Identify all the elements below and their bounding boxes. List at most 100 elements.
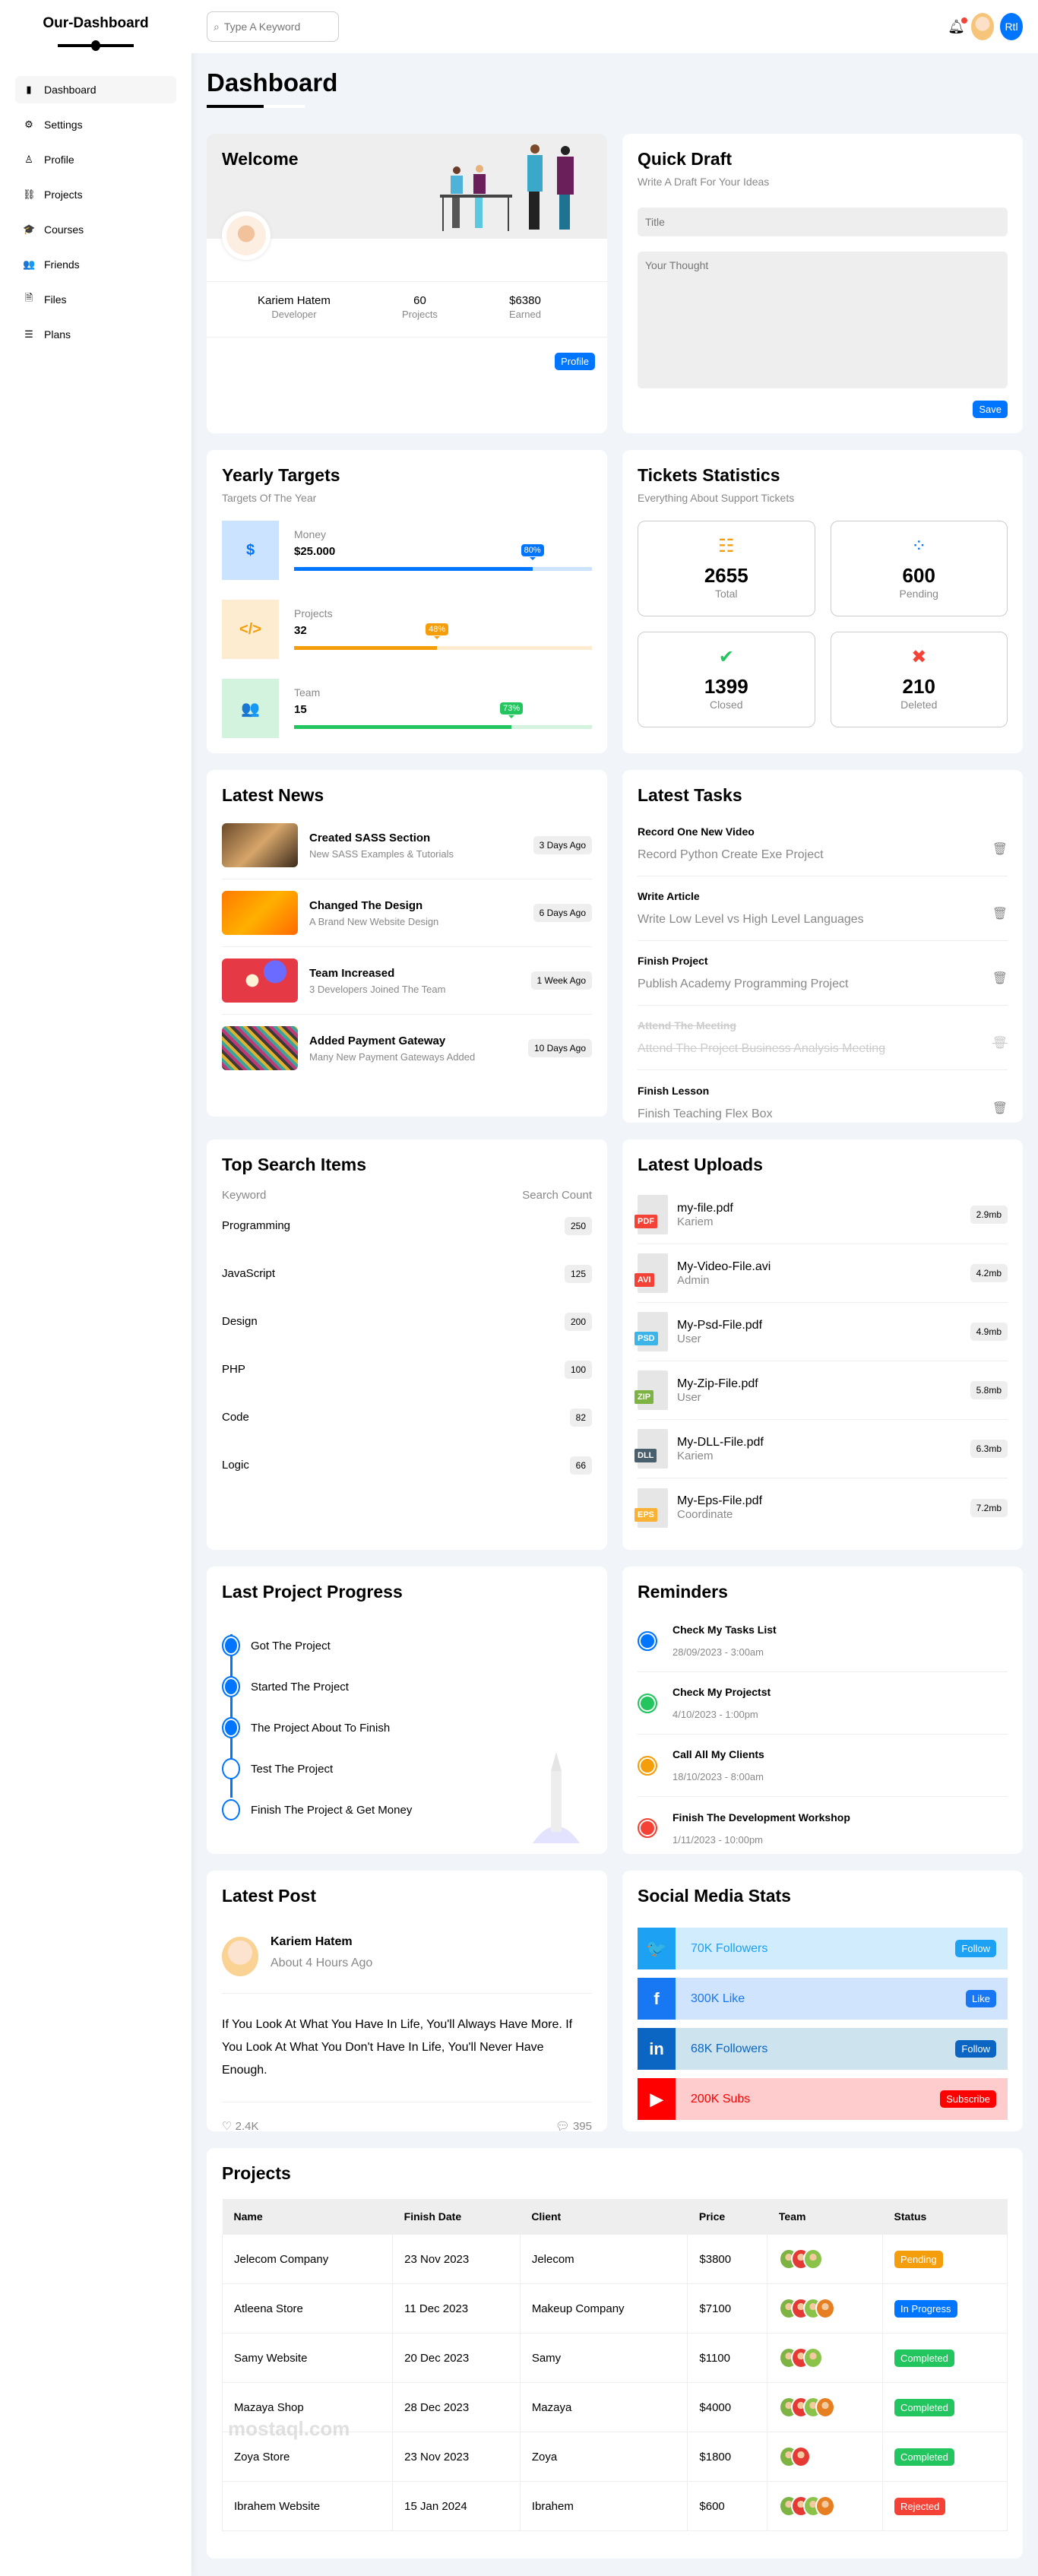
upload-item[interactable]: DLL My-DLL-File.pdf Kariem 6.3mb xyxy=(635,1420,1008,1478)
sidebar-item[interactable]: 👥 Friends xyxy=(15,251,176,278)
target-progress-bar: 48% xyxy=(294,623,592,650)
reminder-item: Check My Projectst 4/10/2023 - 1:00pm xyxy=(638,1672,1008,1735)
table-row[interactable]: Atleena Store 11 Dec 2023 Makeup Company $7… xyxy=(221,2283,1008,2334)
news-image xyxy=(222,823,298,867)
upload-item[interactable]: PSD My-Psd-File.pdf User 4.9mb xyxy=(635,1303,1008,1361)
table-row[interactable]: Samy Website 20 Dec 2023 Samy $1100 Complete… xyxy=(221,2333,1008,2383)
task-title: Record One New Video xyxy=(638,825,755,838)
search-count-badge: 82 xyxy=(569,1408,592,1427)
search-count-badge: 100 xyxy=(564,1360,592,1379)
draft-body-textarea[interactable] xyxy=(638,252,1008,388)
code-icon: </> xyxy=(222,600,279,659)
search-item: Programming 250 xyxy=(222,1202,592,1250)
table-row[interactable]: Jelecom Company 23 Nov 2023 Jelecom $3800 Pe… xyxy=(221,2234,1008,2284)
upload-item[interactable]: ZIP My-Zip-File.pdf User 5.8mb xyxy=(635,1361,1008,1420)
notification-dot xyxy=(961,17,967,24)
social-row: f 300K Like Like xyxy=(638,1978,1008,2020)
search-count-badge: 200 xyxy=(564,1312,592,1331)
task-title: Write Article xyxy=(638,890,700,902)
trash-icon[interactable]: 🗑︎ xyxy=(992,841,1008,857)
upload-item[interactable]: PDF my-file.pdf Kariem 2.9mb xyxy=(635,1186,1008,1244)
rtl-toggle-button[interactable]: Rtl xyxy=(1000,13,1023,40)
task-title: Finish Lesson xyxy=(638,1084,710,1097)
upload-item[interactable]: EPS My-Eps-File.pdf Coordinate 7.2mb xyxy=(635,1478,1008,1537)
trash-icon[interactable]: 🗑︎ xyxy=(992,971,1008,986)
file-name: My-DLL-File.pdf xyxy=(677,1435,764,1449)
user-avatar[interactable] xyxy=(971,13,994,40)
project-name: Samy Website xyxy=(221,2333,394,2383)
draft-title-input[interactable] xyxy=(638,208,1008,236)
target-label: Money xyxy=(294,528,327,540)
news-description: 3 Developers Joined The Team xyxy=(309,983,446,995)
sidebar-item[interactable]: ☰ Plans xyxy=(15,321,176,348)
sidebar-item[interactable]: ⚙ Settings xyxy=(15,111,176,138)
welcome-card: Welcome Kariem Hatem Developer 60 Projects… xyxy=(207,134,607,433)
tickets-subtitle: Everything About Support Tickets xyxy=(638,492,795,504)
tasks-list: Record One New Video Record Python Create… xyxy=(638,812,1008,1123)
status-badge: Pending xyxy=(894,2250,943,2268)
trash-icon[interactable]: 🗑︎ xyxy=(992,1101,1008,1116)
latest-news-card: Latest News Created SASS Section New SASS… xyxy=(207,770,607,1117)
post-likes[interactable]: ♡ 2.4K xyxy=(222,2119,258,2131)
save-button[interactable]: Save xyxy=(973,401,1008,418)
check-circle-icon: ✔ xyxy=(718,647,734,667)
team-avatars xyxy=(779,2248,871,2270)
social-stat: 200K Subs xyxy=(691,2092,751,2105)
spinner-icon: ⁘ xyxy=(911,536,927,556)
trash-icon[interactable]: 🗑︎ xyxy=(992,1035,1008,1050)
search-input[interactable] xyxy=(223,21,323,33)
progress-step: Started The Project xyxy=(222,1666,592,1707)
reminder-title: Check My Projectst xyxy=(672,1686,771,1698)
logo-decoration xyxy=(58,40,134,51)
file-size-badge: 6.3mb xyxy=(970,1440,1008,1458)
news-item[interactable]: Added Payment Gateway Many New Payment Ga… xyxy=(222,1015,592,1082)
trash-icon[interactable]: 🗑︎ xyxy=(992,906,1008,921)
file-size-badge: 7.2mb xyxy=(970,1498,1008,1517)
task-description: Publish Academy Programming Project xyxy=(638,977,849,990)
news-item[interactable]: Team Increased 3 Developers Joined The Te… xyxy=(222,947,592,1015)
file-name: My-Psd-File.pdf xyxy=(677,1318,763,1332)
table-row[interactable]: Ibrahem Website 15 Jan 2024 Ibrahem $600 Rej… xyxy=(221,2481,1008,2531)
social-title: Social Media Stats xyxy=(638,1886,791,1906)
sidebar-item[interactable]: ♙ Profile xyxy=(15,146,176,173)
file-size-badge: 2.9mb xyxy=(970,1206,1008,1224)
social-action-button[interactable]: Follow xyxy=(955,2040,996,2058)
comment-icon: 💬︎ xyxy=(555,2120,570,2131)
post-comments[interactable]: 💬︎ 395 xyxy=(555,2119,592,2131)
search-box[interactable]: ⌕ xyxy=(207,11,339,42)
target-progress-bar: 80% xyxy=(294,544,592,571)
yearly-targets-card: Yearly Targets Targets Of The Year $ Mon… xyxy=(207,450,607,753)
notification-bell-icon[interactable]: 🔔︎ xyxy=(948,17,967,35)
news-item[interactable]: Changed The Design A Brand New Website De… xyxy=(222,879,592,947)
ticket-count: 2655 xyxy=(704,564,748,587)
task-description: Attend The Project Business Analysis Mee… xyxy=(638,1042,886,1055)
team-avatars xyxy=(779,2347,871,2368)
news-image xyxy=(222,1026,298,1070)
sidebar-item[interactable]: ▮ Dashboard xyxy=(15,76,176,103)
earned-amount: $6380 xyxy=(509,294,541,307)
users-icon: 👥 xyxy=(23,258,36,270)
sidebar-item[interactable]: ⛓ Projects xyxy=(15,181,176,208)
team-member-avatar xyxy=(803,2248,824,2270)
news-item[interactable]: Created SASS Section New SASS Examples & … xyxy=(222,812,592,879)
gear-icon: ⚙ xyxy=(24,119,33,130)
profile-button[interactable]: Profile xyxy=(555,353,595,370)
sidebar-item[interactable]: 🎓 Courses xyxy=(15,216,176,243)
team-avatars xyxy=(779,2495,871,2517)
targets-title: Yearly Targets xyxy=(222,465,340,485)
heart-icon: ♡ xyxy=(222,2120,233,2131)
social-action-button[interactable]: Subscribe xyxy=(940,2090,996,2108)
social-action-button[interactable]: Follow xyxy=(955,1940,996,1957)
social-action-button[interactable]: Like xyxy=(966,1990,996,2007)
file-uploader: Admin xyxy=(677,1273,710,1287)
price: $600 xyxy=(687,2481,768,2531)
sidebar-item[interactable]: 🗎 Files xyxy=(15,286,176,313)
news-title: Latest News xyxy=(222,785,324,805)
user-name: Kariem Hatem xyxy=(258,294,331,307)
search-keyword: Code xyxy=(222,1411,249,1424)
targets-list: $ Money $25.000 80% </> Projects 32 48% 👥 … xyxy=(222,521,592,738)
uploads-list: PDF my-file.pdf Kariem 2.9mb AVI My-Video-Fi… xyxy=(635,1186,1008,1537)
social-row: ▶ 200K Subs Subscribe xyxy=(638,2078,1008,2120)
column-header: Name xyxy=(222,2199,393,2235)
upload-item[interactable]: AVI My-Video-File.avi Admin 4.2mb xyxy=(635,1244,1008,1303)
